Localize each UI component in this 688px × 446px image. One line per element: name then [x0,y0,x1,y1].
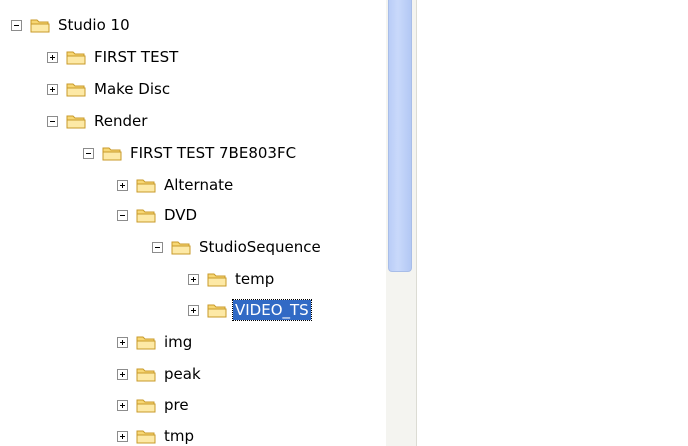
expand-icon[interactable] [188,304,199,316]
tree-node-label: StudioSequence [199,238,321,256]
tree-node-tmp[interactable]: tmp [117,424,196,446]
tree-node-label: FIRST TEST [94,48,179,66]
tree-node-pre[interactable]: pre [117,393,191,417]
folder-icon [136,336,156,350]
tree-node-label: pre [164,396,189,414]
folder-icon [66,83,86,97]
folder-icon [136,430,156,444]
tree-node-label: temp [235,270,275,288]
tree-node-studio-10[interactable]: Studio 10 [11,13,132,37]
folder-icon [207,304,227,318]
tree-node-label: Alternate [164,176,234,194]
tree-node-label: tmp [164,427,195,445]
expand-icon[interactable] [117,399,128,411]
tree-node-alternate[interactable]: Alternate [117,173,235,197]
tree-node-studiosequence[interactable]: StudioSequence [152,235,323,259]
folder-icon [136,399,156,413]
collapse-icon[interactable] [11,19,22,31]
tree-node-temp[interactable]: temp [188,267,276,291]
tree-node-label: img [164,333,193,351]
tree-node-make-disc[interactable]: Make Disc [47,77,172,101]
tree-node-img[interactable]: img [117,330,194,354]
collapse-icon[interactable] [47,115,58,127]
expand-icon[interactable] [117,179,128,191]
folder-icon [30,19,50,33]
folder-icon [136,179,156,193]
content-pane [416,0,688,446]
tree-node-video-ts[interactable]: VIDEO_TS [188,298,312,322]
tree-node-render[interactable]: Render [47,109,149,133]
expand-icon[interactable] [47,83,58,95]
scrollbar-thumb[interactable] [388,0,412,272]
tree-node-label: DVD [164,206,198,224]
expand-icon[interactable] [188,273,199,285]
folder-icon [102,147,122,161]
collapse-icon[interactable] [152,241,163,253]
vertical-scrollbar[interactable] [386,0,416,446]
expand-icon[interactable] [117,368,128,380]
tree-node-label: Render [94,112,148,130]
tree-node-label: FIRST TEST 7BE803FC [130,144,297,162]
folder-icon [171,241,191,255]
tree-node-first-test[interactable]: FIRST TEST [47,45,180,69]
collapse-icon[interactable] [117,209,128,221]
folder-icon [136,209,156,223]
tree-node-peak[interactable]: peak [117,362,203,386]
expand-icon[interactable] [47,51,58,63]
tree-node-first-test-7be803fc[interactable]: FIRST TEST 7BE803FC [83,141,298,165]
folder-icon [136,368,156,382]
folder-icon [66,115,86,129]
tree-node-label-selected: VIDEO_TS [232,299,312,321]
expand-icon[interactable] [117,336,128,348]
folder-icon [66,51,86,65]
folder-icon [207,273,227,287]
folder-tree: Studio 10 FIRST TEST Make Disc Render FI… [0,0,386,446]
tree-node-label: Studio 10 [58,16,130,34]
tree-node-label: peak [164,365,201,383]
expand-icon[interactable] [117,430,128,442]
tree-node-dvd[interactable]: DVD [117,203,199,227]
collapse-icon[interactable] [83,147,94,159]
tree-node-label: Make Disc [94,80,171,98]
